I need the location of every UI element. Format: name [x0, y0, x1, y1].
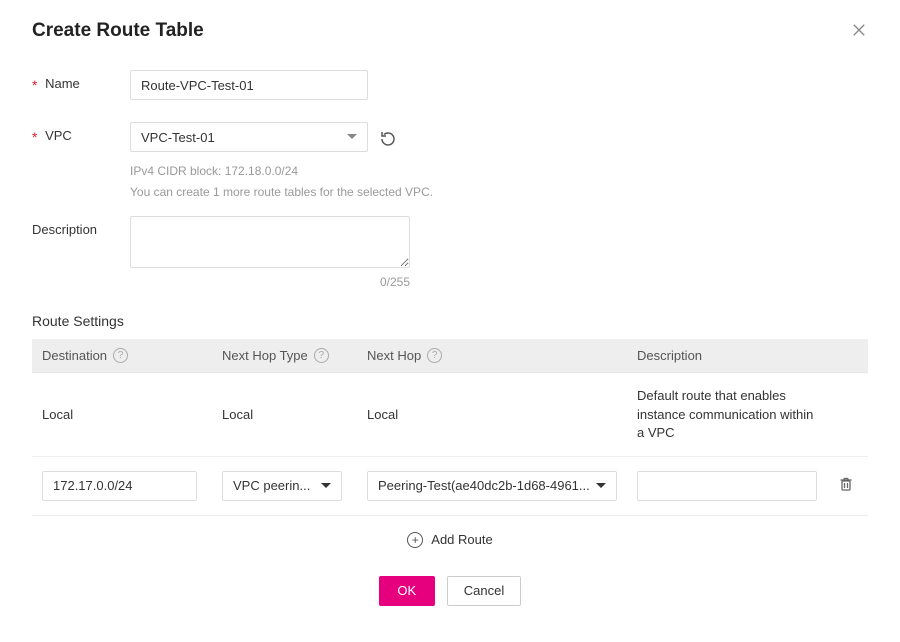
help-icon[interactable]: ? — [314, 348, 329, 363]
cancel-button[interactable]: Cancel — [447, 576, 521, 606]
help-icon[interactable]: ? — [113, 348, 128, 363]
page-title: Create Route Table — [32, 20, 204, 42]
th-next-hop-type: Next Hop Type — [222, 348, 308, 363]
cell-destination: Local — [32, 373, 212, 457]
close-icon[interactable] — [852, 23, 868, 39]
route-settings-title: Route Settings — [32, 313, 868, 329]
description-counter: 0/255 — [130, 275, 410, 289]
chevron-down-icon — [596, 483, 606, 489]
plus-circle-icon: + — [407, 532, 423, 548]
table-row-editable: VPC peerin... Peering-Test(ae40dc2b-1d68… — [32, 456, 868, 515]
next-hop-type-select[interactable]: VPC peerin... — [222, 471, 342, 501]
add-route-label: Add Route — [431, 532, 492, 547]
route-description-input[interactable] — [637, 471, 817, 501]
ok-button[interactable]: OK — [379, 576, 435, 606]
th-description: Description — [637, 348, 702, 363]
vpc-select[interactable]: VPC-Test-01 — [130, 122, 368, 152]
next-hop-select[interactable]: Peering-Test(ae40dc2b-1d68-4961... — [367, 471, 617, 501]
add-route-button[interactable]: + Add Route — [32, 516, 868, 564]
description-label: Description — [32, 222, 97, 237]
th-next-hop: Next Hop — [367, 348, 421, 363]
vpc-label: VPC — [45, 128, 72, 143]
th-destination: Destination — [42, 348, 107, 363]
description-textarea[interactable] — [130, 216, 410, 268]
chevron-down-icon — [347, 134, 357, 140]
vpc-select-value: VPC-Test-01 — [141, 130, 215, 145]
refresh-icon[interactable] — [380, 127, 396, 147]
cidr-hint: IPv4 CIDR block: 172.18.0.0/24 — [130, 162, 433, 181]
trash-icon[interactable] — [838, 476, 854, 492]
chevron-down-icon — [321, 483, 331, 489]
help-icon[interactable]: ? — [427, 348, 442, 363]
required-marker: * — [32, 129, 37, 145]
quota-hint: You can create 1 more route tables for t… — [130, 183, 433, 202]
name-label: Name — [45, 76, 80, 91]
required-marker: * — [32, 77, 37, 93]
cell-description: Default route that enables instance comm… — [627, 373, 828, 457]
table-row: Local Local Local Default route that ena… — [32, 373, 868, 457]
name-input[interactable] — [130, 70, 368, 100]
cell-next-hop: Local — [357, 373, 627, 457]
cell-next-hop-type: Local — [212, 373, 357, 457]
destination-input[interactable] — [42, 471, 197, 501]
route-table: Destination? Next Hop Type? Next Hop? De… — [32, 339, 868, 516]
